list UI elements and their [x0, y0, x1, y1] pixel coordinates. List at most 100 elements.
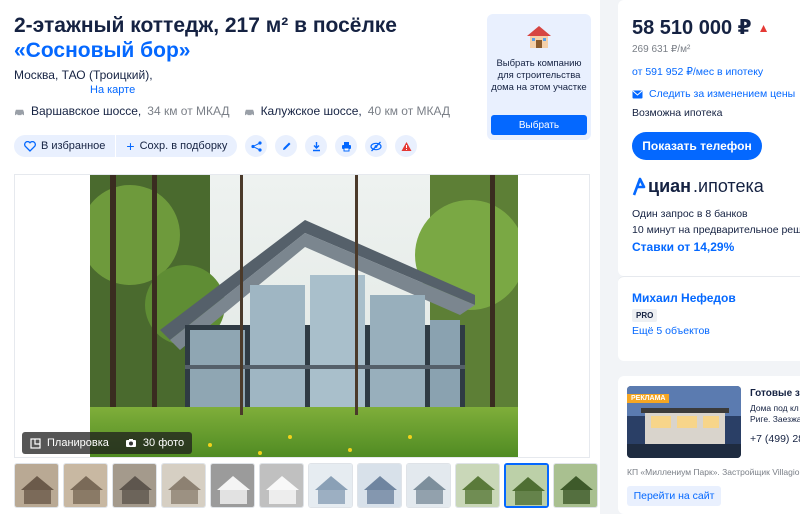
agent-objects-link[interactable]: Ещё 5 объектов	[632, 325, 710, 337]
cian-logo-icon	[632, 177, 646, 195]
ad-badge: РЕКЛАМА	[627, 394, 670, 403]
car-icon	[244, 109, 254, 116]
collection-label: Сохр. в подборку	[139, 140, 228, 152]
price-card: 58 510 000 ₽ ▲ 269 631 ₽/м² от 591 952 ₽…	[618, 0, 800, 276]
gallery-thumbnail[interactable]	[112, 463, 157, 508]
main-photo[interactable]	[14, 174, 590, 458]
agent-card: Михаил Нефедов PRO Ещё 5 объектов	[618, 276, 800, 361]
mortgage-rates-link[interactable]: Ставки от 14,29%	[632, 240, 734, 254]
gallery-thumbnail[interactable]	[63, 463, 108, 508]
thumbnail-image	[260, 464, 303, 507]
plus-icon: +	[126, 138, 135, 154]
price-per-m2: 269 631 ₽/м²	[632, 44, 691, 55]
sidebar: 58 510 000 ₽ ▲ 269 631 ₽/м² от 591 952 ₽…	[618, 0, 800, 514]
camera-icon	[125, 439, 136, 447]
edit-button[interactable]	[275, 135, 298, 157]
thumbnail-image	[64, 464, 107, 507]
heart-icon	[24, 140, 36, 152]
favorite-collection-pill: В избранное + Сохр. в подборку	[14, 135, 238, 157]
gallery-thumbnail[interactable]	[14, 463, 59, 508]
gallery-thumbnail[interactable]	[504, 463, 549, 508]
gallery-thumbnail[interactable]	[308, 463, 353, 508]
download-button[interactable]	[305, 135, 328, 157]
share-button[interactable]	[245, 135, 268, 157]
ad-subtitle-line-1: Дома под кл	[750, 403, 799, 413]
highways: Варшавское шоссе, 34 км от МКАД Калужско…	[14, 104, 450, 118]
highway-distance: 40 км от МКАД	[367, 104, 451, 118]
go-to-site-button[interactable]: Перейти на сайт	[627, 486, 721, 506]
thumbnail-image	[407, 464, 450, 507]
gallery-thumbnail[interactable]	[357, 463, 402, 508]
gallery-thumbnail[interactable]	[259, 463, 304, 508]
builder-promo: Выбрать компанию для строительства дома …	[487, 14, 591, 140]
photos-button[interactable]: 30 фото	[125, 437, 184, 449]
ad-title[interactable]: Готовые за	[750, 388, 800, 399]
thumbnail-strip	[14, 463, 598, 508]
village-link[interactable]: «Сосновый бор»	[14, 39, 190, 62]
thumbnail-image	[113, 464, 156, 507]
gallery-thumbnail[interactable]	[406, 463, 451, 508]
thumbnail-image	[15, 464, 58, 507]
follow-price-label: Следить за изменением цены	[649, 88, 796, 100]
mortgage-line-2: 10 минут на предварительное реше	[632, 224, 800, 236]
ad-subtitle-line-2: Риге. Заезжа	[750, 414, 800, 424]
house-icon	[527, 26, 551, 48]
layout-button[interactable]: Планировка	[30, 437, 109, 449]
highway-name: Калужское шоссе,	[260, 104, 362, 118]
hide-icon	[370, 141, 382, 151]
thumbnail-image	[456, 464, 499, 507]
agent-name[interactable]: Михаил Нефедов	[632, 291, 736, 305]
print-button[interactable]	[335, 135, 358, 157]
price-value: 58 510 000 ₽	[632, 17, 752, 39]
promo-text: Выбрать компанию для строительства дома …	[491, 58, 587, 93]
follow-price-link[interactable]: Следить за изменением цены	[632, 88, 795, 100]
report-button[interactable]	[395, 135, 418, 157]
pro-badge: PRO	[632, 309, 658, 322]
highway-distance: 34 км от МКАД	[147, 104, 230, 118]
save-collection-button[interactable]: + Сохр. в подборку	[116, 135, 237, 157]
title-main: 2-этажный коттедж, 217 м² в посёлке	[14, 14, 397, 37]
brand-bold: циан	[648, 176, 692, 196]
action-bar: В избранное + Сохр. в подборку	[14, 135, 418, 157]
price: 58 510 000 ₽ ▲	[632, 15, 769, 40]
map-link[interactable]: На карте	[90, 84, 135, 96]
thumbnail-image	[506, 465, 547, 506]
mortgage-possible: Возможна ипотека	[632, 107, 723, 119]
mail-icon	[632, 90, 643, 98]
gallery-thumbnail[interactable]	[161, 463, 206, 508]
brand-light: .ипотека	[693, 176, 764, 196]
highway-item: Калужское шоссе, 40 км от МКАД	[244, 104, 450, 118]
ad-card: РЕКЛАМА Готовые за Дома под кл Риге. Зае…	[618, 376, 800, 514]
house-photo	[90, 175, 518, 457]
choose-button[interactable]: Выбрать	[491, 115, 587, 135]
photos-label: 30 фото	[142, 437, 185, 449]
edit-icon	[282, 142, 291, 150]
car-icon	[15, 109, 24, 116]
address: Москва, ТАО (Троицкий),	[14, 68, 153, 82]
layout-label: Планировка	[47, 437, 109, 449]
mortgage-link[interactable]: от 591 952 ₽/мес в ипотеку	[632, 66, 763, 78]
favorite-button[interactable]: В избранное	[14, 135, 115, 157]
gallery-thumbnail[interactable]	[455, 463, 500, 508]
ad-source: КП «Миллениум Парк». Застройщик Villagio	[627, 467, 800, 477]
floorplan-icon	[30, 437, 41, 449]
thumbnail-image	[309, 464, 352, 507]
thumbnail-image	[211, 464, 254, 507]
hide-button[interactable]	[365, 135, 388, 157]
cian-mortgage-logo[interactable]: циан .ипотека	[632, 176, 764, 197]
thumbnail-image	[162, 464, 205, 507]
ad-subtitle: Дома под кл Риге. Заезжа	[750, 403, 800, 425]
thumbnail-image	[358, 464, 401, 507]
gallery-thumbnail[interactable]	[210, 463, 255, 508]
listing-title: 2-этажный коттедж, 217 м² в посёлке «Сос…	[14, 13, 474, 63]
highway-item: Варшавское шоссе, 34 км от МКАД	[14, 104, 230, 118]
show-phone-button[interactable]: Показать телефон	[632, 132, 762, 160]
favorite-label: В избранное	[41, 140, 106, 152]
photo-controls: Планировка 30 фото	[22, 432, 193, 454]
ad-phone[interactable]: +7 (499) 28	[750, 433, 800, 445]
share-icon	[251, 140, 262, 152]
print-icon	[341, 141, 351, 151]
gallery-thumbnail[interactable]	[553, 463, 598, 508]
highway-name: Варшавское шоссе,	[31, 104, 142, 118]
mortgage-line-1: Один запрос в 8 банков	[632, 208, 748, 220]
